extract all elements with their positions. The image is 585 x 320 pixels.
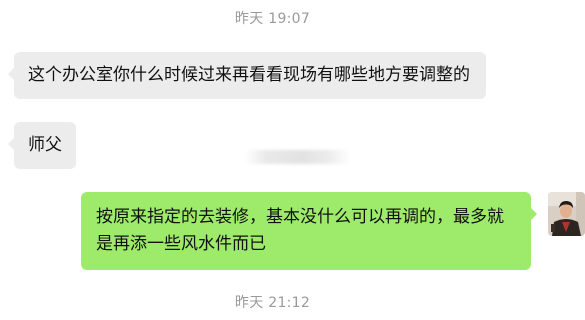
incoming-message-bubble[interactable]: 这个办公室你什么时候过来再看看现场有哪些地方要调整的 [8,52,486,99]
timestamp: 昨天 21:12 [234,295,311,311]
incoming-message-bubble[interactable]: 师父 [8,122,76,169]
user-avatar-icon[interactable] [548,192,585,236]
blurred-redaction [245,150,350,164]
outgoing-message-bubble[interactable]: 按原来指定的去装修，基本没什么可以再调的，最多就是再添一些风水件而已 [81,192,537,270]
avatar-photo-icon [548,192,585,236]
timestamp: 昨天 19:07 [234,11,311,27]
